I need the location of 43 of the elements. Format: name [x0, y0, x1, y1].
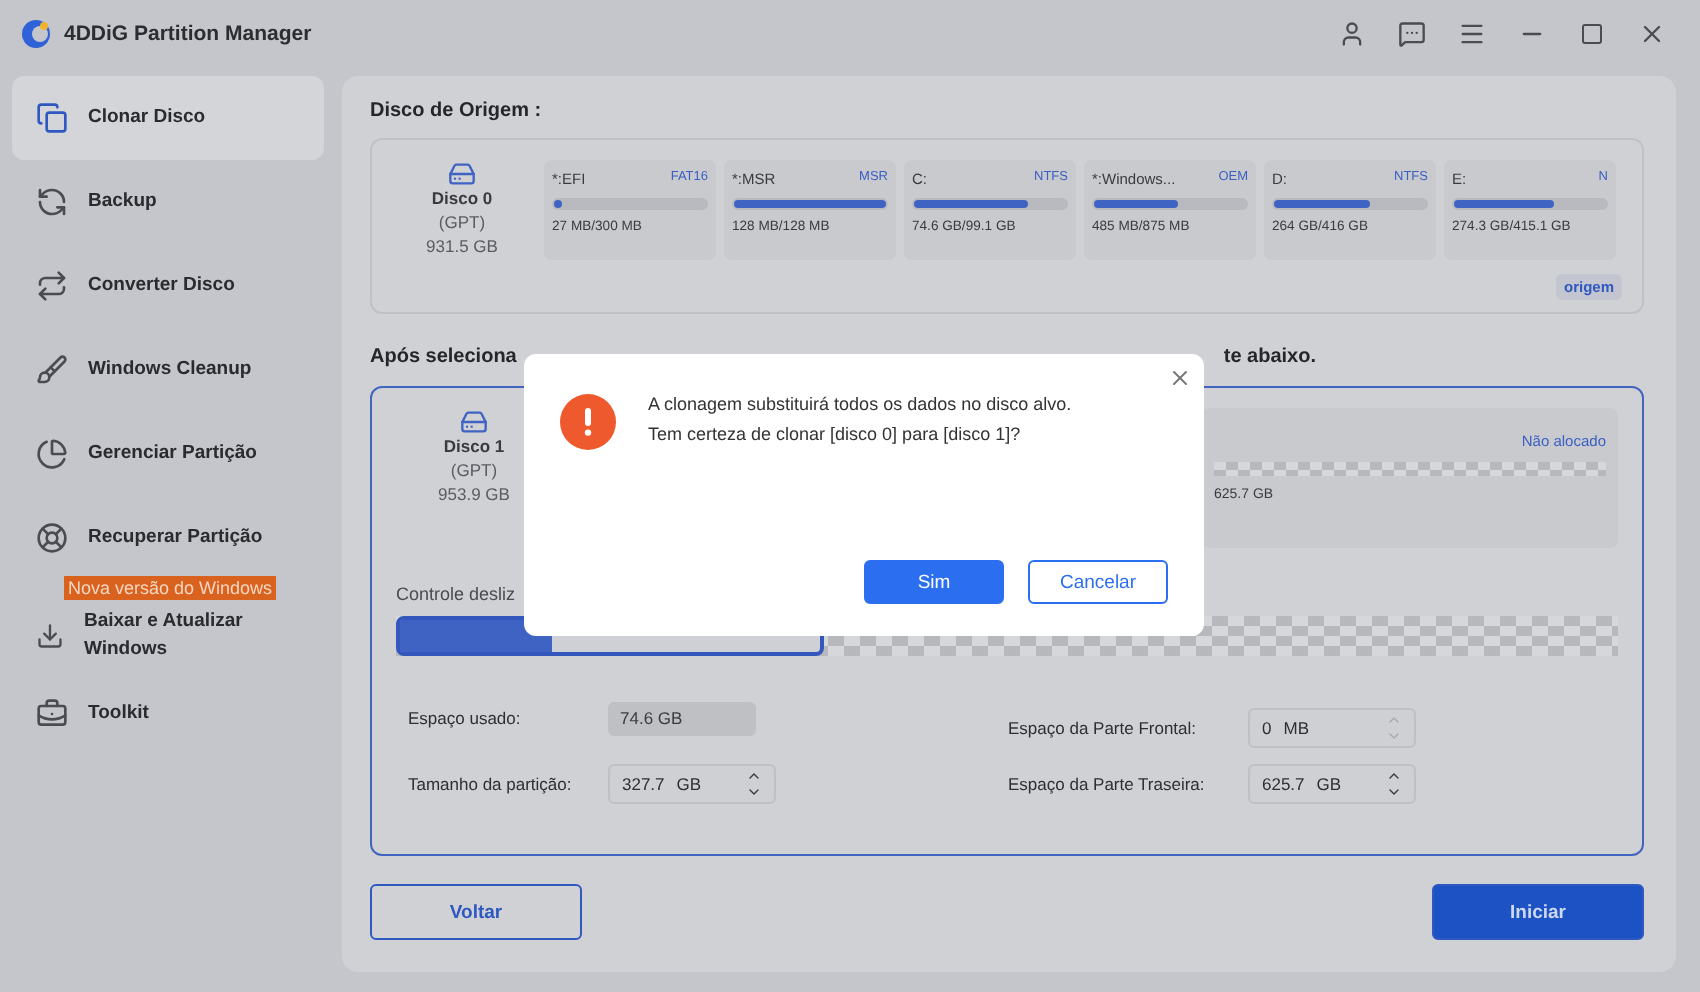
- disk-size: 931.5 GB: [426, 235, 498, 260]
- download-icon: [36, 620, 64, 652]
- sidebar-item[interactable]: Converter Disco: [12, 244, 324, 328]
- sidebar-item[interactable]: Windows Cleanup: [12, 328, 324, 412]
- window-title: 4DDiG Partition Manager: [64, 22, 312, 46]
- number-spinner[interactable]: 327.7 GB: [608, 764, 776, 804]
- toolbox-icon: [36, 698, 68, 730]
- sidebar-item[interactable]: Clonar Disco: [12, 76, 324, 160]
- dialog-message: A clonagem substituirá todos os dados no disco alvo. Tem certeza de clonar [disco 0] para [disco 1]?: [648, 392, 1072, 449]
- close-icon[interactable]: [1168, 366, 1192, 390]
- sidebar-item[interactable]: Toolkit: [12, 672, 324, 756]
- slider-label: Controle desliz: [396, 584, 518, 604]
- field-label: Espaço da Parte Frontal:: [1008, 718, 1199, 738]
- start-button[interactable]: Iniciar: [1432, 884, 1644, 940]
- section-title: Disco de Origem :: [370, 100, 544, 122]
- disk-name: Disco 1: [443, 436, 505, 460]
- section-title: Após seleciona: [370, 346, 517, 368]
- sidebar-item[interactable]: Backup: [12, 160, 324, 244]
- repeat-icon: [36, 270, 68, 302]
- number-spinner[interactable]: 625.7 GB: [1248, 764, 1416, 804]
- field-label: Espaço da Parte Traseira:: [1008, 774, 1207, 794]
- disk-size: 953.9 GB: [438, 483, 510, 508]
- lifebuoy-icon: [36, 522, 68, 554]
- field-label: Espaço usado:: [408, 708, 523, 728]
- copy-icon: [36, 102, 68, 134]
- app-logo-icon: [20, 18, 52, 50]
- sidebar-item[interactable]: Baixar e Atualizar Windows: [12, 600, 324, 672]
- new-version-badge: Nova versão do Windows: [64, 576, 277, 600]
- cancel-button[interactable]: Cancelar: [1028, 560, 1168, 604]
- used-space-field: 74.6 GB: [608, 701, 756, 735]
- disk-name: Disco 0: [431, 188, 493, 212]
- field-label: Tamanho da partição:: [408, 774, 574, 794]
- refresh-icon: [36, 186, 68, 218]
- partition-style: (GPT): [438, 211, 486, 236]
- back-button[interactable]: Voltar: [370, 884, 582, 940]
- partition-style: (GPT): [450, 459, 498, 484]
- section-title: te abaixo.: [1223, 346, 1316, 368]
- confirm-button[interactable]: Sim: [864, 560, 1004, 604]
- pie-chart-icon: [36, 438, 68, 470]
- sidebar-item[interactable]: Gerenciar Partição: [12, 412, 324, 496]
- warning-icon: [560, 394, 616, 450]
- sidebar-item[interactable]: Recuperar Partição: [12, 496, 324, 580]
- brush-icon: [36, 354, 68, 386]
